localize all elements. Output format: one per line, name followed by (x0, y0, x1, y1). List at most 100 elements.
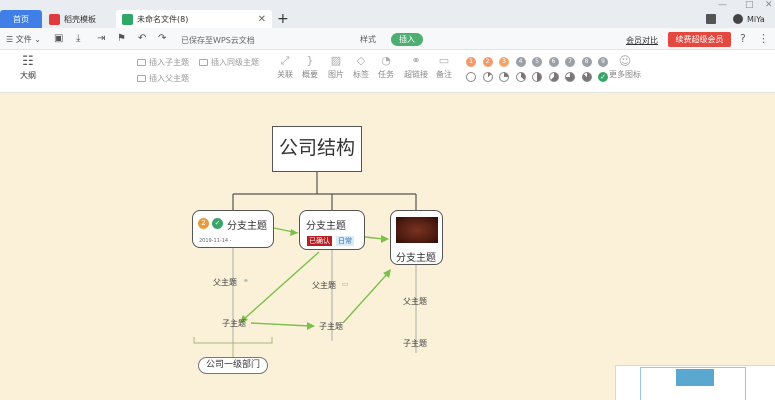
user-profile[interactable]: MiYa (733, 12, 765, 26)
more-icons-label: 更多图标 (609, 70, 641, 79)
help-icon[interactable]: ? (740, 32, 746, 45)
progress-icon[interactable] (482, 72, 493, 82)
tag-button[interactable]: ◇ 标签 (348, 53, 374, 80)
more-options-icon[interactable]: ⋮ (758, 32, 769, 45)
summary-topic[interactable]: 公司一级部门 (198, 357, 268, 374)
progress-done-icon[interactable]: ✓ (598, 72, 608, 82)
relation-label: 关联 (277, 70, 293, 79)
mindmap-file-icon (122, 13, 133, 25)
more-icons-button[interactable]: ☺ 更多图标 (608, 53, 642, 80)
save-status: 已保存至WPS云文档 (181, 36, 255, 45)
cloud-badge-icon[interactable] (706, 12, 716, 26)
insert-sibling-icon (199, 59, 208, 66)
priority-5-icon[interactable]: 5 (532, 57, 542, 67)
priority-9-icon[interactable]: 9 (598, 57, 608, 67)
title-bar: 首页 稻壳模板 未命名文件(8) ✕ + — □ ✕ MiYa (0, 0, 775, 28)
child-topic-2[interactable]: 子主题 (319, 321, 343, 332)
priority-3-icon[interactable]: 3 (499, 57, 509, 67)
file-menu[interactable]: ☰ 文件 ⌄ (6, 33, 41, 47)
export-icon[interactable]: ⇥ (97, 32, 105, 46)
tag-daily: 日常 (336, 236, 354, 246)
renew-membership-button[interactable]: 续费超级会员 (668, 32, 731, 47)
priority-6-icon[interactable]: 6 (548, 57, 559, 67)
branch-topic-3[interactable]: 分支主题 (390, 210, 443, 265)
link-button[interactable]: ⚭ 超链接 (401, 53, 431, 80)
tab-insert[interactable]: 插入 (391, 33, 423, 46)
chevron-down-icon: ⌄ (34, 35, 41, 44)
save-icon[interactable]: ▣ (54, 32, 63, 46)
menu-icon: ☰ (6, 35, 14, 44)
task-button[interactable]: ◔ 任务 (373, 53, 399, 80)
tag-icon: ◇ (356, 54, 366, 67)
undo-icon[interactable]: ↶ (138, 32, 146, 46)
progress-icon[interactable] (515, 72, 526, 82)
progress-icon[interactable] (466, 72, 476, 82)
priority-7-icon[interactable]: 7 (565, 57, 575, 67)
progress-icon[interactable] (532, 72, 542, 82)
branch-topic-3-label: 分支主题 (396, 253, 436, 264)
tab-style[interactable]: 样式 (360, 34, 376, 45)
image-label: 图片 (328, 70, 344, 79)
priority-1-icon[interactable]: 1 (466, 57, 476, 67)
outline-label: 大纲 (20, 71, 36, 80)
insert-parent-button[interactable]: 插入父主题 (137, 73, 189, 84)
link-label: 超链接 (404, 70, 428, 79)
task-date: 2019-11-14 - (199, 238, 232, 244)
task-label: 任务 (378, 70, 394, 79)
new-tab-button[interactable]: + (277, 10, 289, 28)
connector-lines (193, 172, 417, 357)
parent-topic-1[interactable]: 父主题 (213, 277, 237, 288)
tag-confirmed: 已确认 (307, 236, 332, 246)
user-name: MiYa (747, 14, 765, 24)
root-topic[interactable]: 公司结构 (272, 126, 362, 172)
member-compare-link[interactable]: 会员对比 (626, 35, 658, 46)
branch-topic-2[interactable]: 分支主题 已确认 日常 (299, 210, 365, 250)
relation-icon: ⤢ (280, 54, 290, 67)
tab-templates[interactable]: 稻壳模板 (45, 10, 111, 28)
priority-badge: 2 (198, 218, 209, 229)
insert-child-button[interactable]: 插入子主题 (137, 57, 189, 68)
maximize-icon[interactable]: □ (745, 0, 754, 10)
insert-parent-label: 插入父主题 (149, 74, 189, 83)
note-icon: ▭ (342, 280, 349, 288)
child-topic-1[interactable]: 子主题 (222, 318, 246, 329)
outline-icon: ☷ (22, 54, 34, 69)
insert-child-icon (137, 59, 146, 66)
parent-topic-2[interactable]: 父主题 (312, 280, 336, 291)
mindmap-canvas[interactable]: 公司结构 2 ✓ 分支主题 2019-11-14 - 分支主题 已确认 日常 分… (0, 93, 775, 400)
check-icon: ✓ (212, 218, 223, 229)
progress-icon[interactable] (565, 72, 575, 82)
tab-home-label: 首页 (13, 14, 29, 24)
tab-home[interactable]: 首页 (0, 10, 42, 28)
tab-document[interactable]: 未命名文件(8) ✕ (116, 10, 272, 28)
progress-icon[interactable] (499, 72, 509, 82)
priority-8-icon[interactable]: 8 (581, 57, 592, 67)
minimize-icon[interactable]: — (718, 0, 727, 10)
progress-icon[interactable] (548, 72, 559, 82)
note-button[interactable]: ▭ 备注 (431, 53, 457, 80)
insert-sibling-button[interactable]: 插入同级主题 (199, 57, 259, 68)
branch-topic-1[interactable]: 2 ✓ 分支主题 2019-11-14 - (192, 210, 274, 248)
image-button[interactable]: ▨ 图片 (323, 53, 349, 80)
priority-2-icon[interactable]: 2 (482, 57, 493, 67)
format-painter-icon[interactable]: ⚑ (117, 32, 126, 46)
avatar (733, 14, 743, 24)
parent-topic-3[interactable]: 父主题 (403, 296, 427, 307)
minimap[interactable] (615, 365, 775, 400)
outline-button[interactable]: ☷ 大纲 (14, 54, 42, 81)
download-icon[interactable]: ⤓ (76, 32, 80, 46)
close-tab-icon[interactable]: ✕ (258, 14, 266, 25)
note-label: 备注 (436, 70, 452, 79)
docer-icon (49, 13, 60, 25)
window-close-icon[interactable]: ✕ (765, 0, 773, 10)
child-topic-3[interactable]: 子主题 (403, 338, 427, 349)
branch-topic-2-label: 分支主题 (306, 221, 346, 232)
relation-button[interactable]: ⤢ 关联 (272, 53, 298, 80)
main-toolbar: ☰ 文件 ⌄ ▣ ⤓ ⇥ ⚑ ↶ ↷ 已保存至WPS云文档 样式 插入 会员对比… (0, 28, 775, 50)
smiley-icon: ☺ (618, 54, 632, 68)
progress-icon[interactable] (581, 72, 592, 82)
image-icon: ▨ (330, 54, 342, 67)
priority-4-icon[interactable]: 4 (515, 57, 526, 67)
redo-icon[interactable]: ↷ (158, 32, 166, 46)
summary-button[interactable]: } 概要 (297, 53, 323, 80)
